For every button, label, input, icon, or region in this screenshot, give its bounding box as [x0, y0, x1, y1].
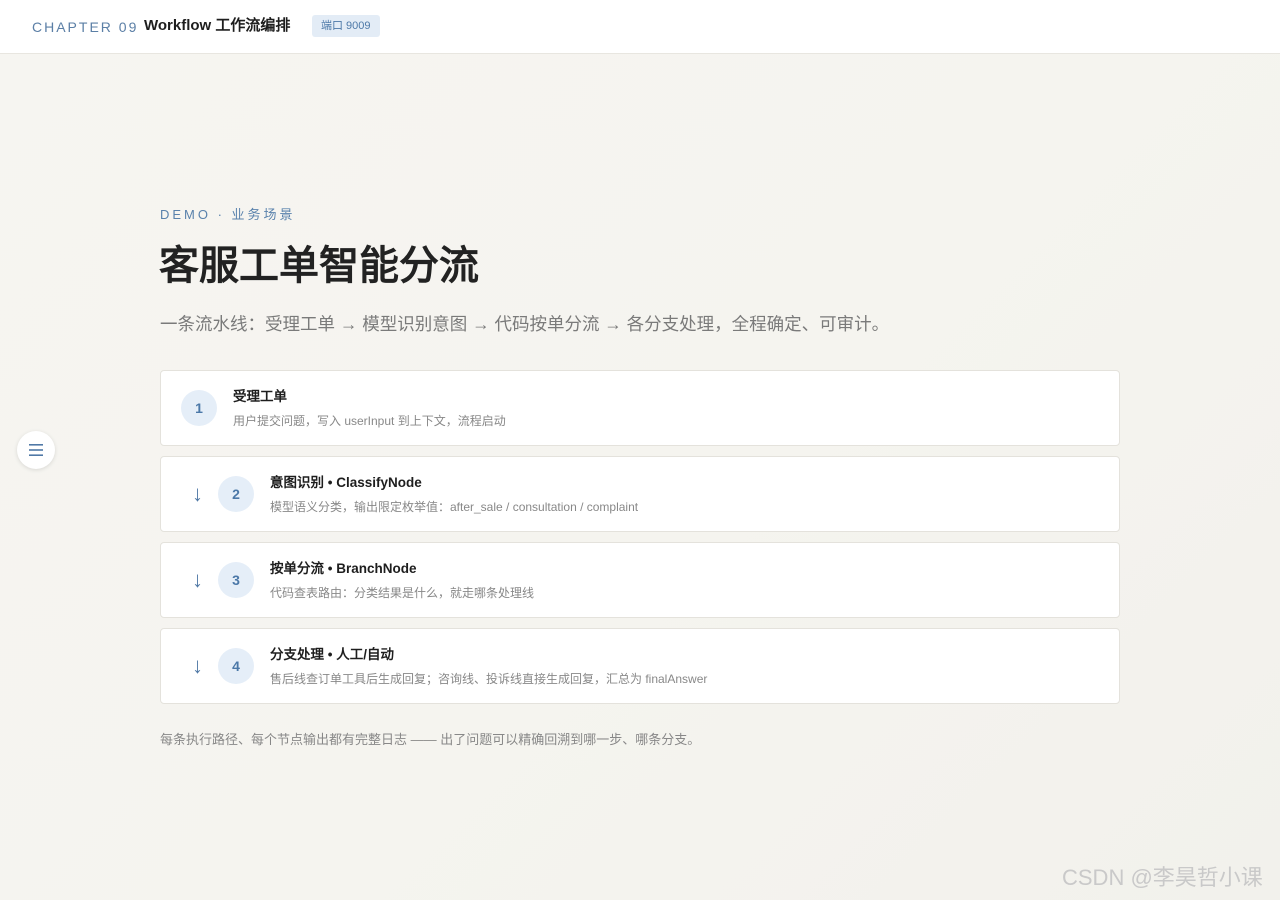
top-bar: CHAPTER 09 Workflow 工作流编排 端口 9009	[0, 0, 1280, 54]
step-title: 意图识别 • ClassifyNode	[270, 475, 422, 490]
step-description: 模型语义分类，输出限定枚举值：after_sale / consultation…	[270, 500, 639, 514]
arrow-down-icon: ↓	[192, 481, 203, 506]
menu-button[interactable]	[17, 431, 55, 469]
step-card-1: 1 受理工单 用户提交问题，写入 userInput 到上下文，流程启动	[160, 370, 1120, 446]
eyebrow: DEMO · 业务场景	[160, 207, 296, 222]
chapter-title: Workflow 工作流编排	[144, 17, 291, 34]
port-badge: 端口 9009	[312, 15, 380, 37]
watermark: CSDN @李昊哲小课	[1062, 865, 1263, 890]
step-number: 1	[181, 390, 217, 426]
page-title: 客服工单智能分流	[159, 244, 479, 288]
step-card-2: ↓ 2 意图识别 • ClassifyNode 模型语义分类，输出限定枚举值：a…	[160, 456, 1120, 532]
step-title: 分支处理 • 人工/自动	[270, 647, 394, 662]
arrow-down-icon: ↓	[192, 567, 203, 592]
step-title: 按单分流 • BranchNode	[270, 561, 417, 576]
step-title: 受理工单	[233, 389, 287, 404]
arrow-down-icon: ↓	[192, 653, 203, 678]
step-description: 用户提交问题，写入 userInput 到上下文，流程启动	[233, 414, 506, 428]
footnote: 每条执行路径、每个节点输出都有完整日志 —— 出了问题可以精确回溯到哪一步、哪条…	[160, 732, 701, 747]
step-description: 代码查表路由：分类结果是什么，就走哪条处理线	[270, 586, 535, 600]
step-card-4: ↓ 4 分支处理 • 人工/自动 售后线查订单工具后生成回复；咨询线、投诉线直接…	[160, 628, 1120, 704]
step-number: 3	[218, 562, 254, 598]
menu-icon	[29, 444, 43, 456]
chapter-label: CHAPTER 09	[32, 19, 139, 35]
step-description: 售后线查订单工具后生成回复；咨询线、投诉线直接生成回复，汇总为 finalAns…	[270, 672, 708, 686]
page-subtitle: 一条流水线：受理工单 → 模型识别意图 → 代码按单分流 → 各分支处理，全程确…	[160, 314, 890, 334]
step-number: 4	[218, 648, 254, 684]
step-card-3: ↓ 3 按单分流 • BranchNode 代码查表路由：分类结果是什么，就走哪…	[160, 542, 1120, 618]
step-number: 2	[218, 476, 254, 512]
